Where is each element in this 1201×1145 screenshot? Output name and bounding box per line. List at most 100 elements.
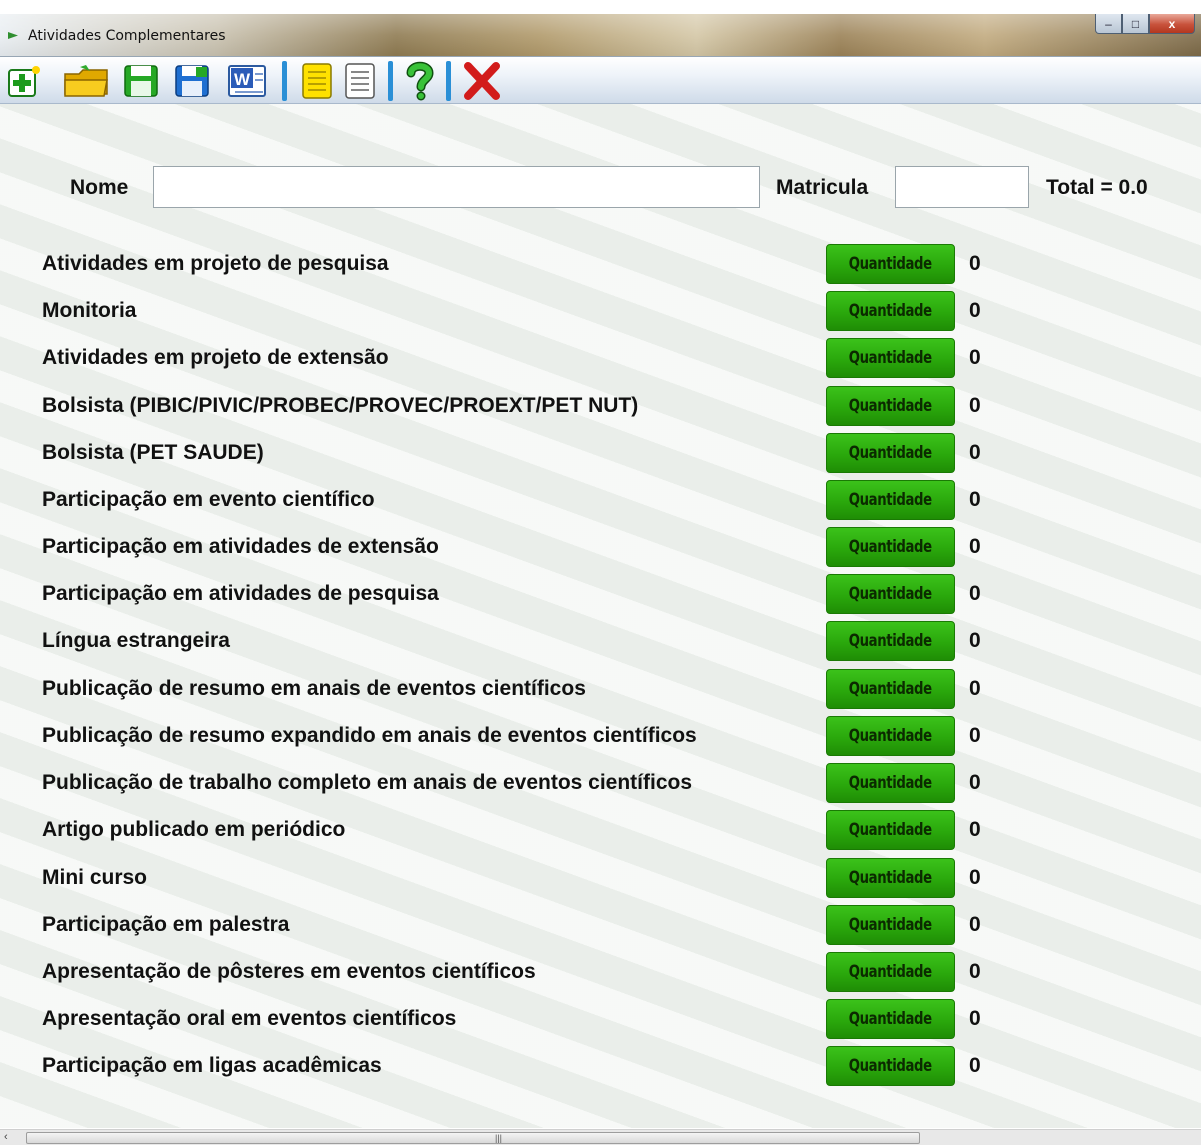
quantidade-button[interactable]: Quantidade [826, 716, 955, 756]
quantidade-button[interactable]: Quantidade [826, 810, 955, 850]
activity-quantity-value: 0 [969, 629, 981, 652]
activity-quantity-value: 0 [969, 1054, 981, 1077]
activity-row: Monitoria Quantidade 0 [0, 291, 1201, 333]
activity-label: Bolsista (PIBIC/PIVIC/PROBEC/PROVEC/PROE… [42, 394, 639, 417]
quantidade-button[interactable]: Quantidade [826, 999, 955, 1039]
quantidade-button[interactable]: Quantidade [826, 621, 955, 661]
window-title: Atividades Complementares [28, 28, 226, 44]
quantidade-button-label: Quantidade [848, 1009, 932, 1029]
quantidade-button-label: Quantidade [848, 254, 932, 274]
toolbar: W [0, 57, 1201, 104]
quantidade-button[interactable]: Quantidade [826, 244, 955, 284]
save-green-icon[interactable] [121, 63, 161, 99]
activity-quantity-value: 0 [969, 394, 981, 417]
activity-quantity-value: 0 [969, 771, 981, 794]
activity-row: Apresentação oral em eventos científicos… [0, 999, 1201, 1041]
activity-quantity-value: 0 [969, 582, 981, 605]
quantidade-button-label: Quantidade [848, 301, 932, 321]
total-display: Total = 0.0 [1046, 176, 1148, 199]
activity-quantity-value: 0 [969, 441, 981, 464]
quantidade-button[interactable]: Quantidade [826, 1046, 955, 1086]
activity-label: Artigo publicado em periódico [42, 818, 346, 841]
activity-row: Bolsista (PIBIC/PIVIC/PROBEC/PROVEC/PROE… [0, 386, 1201, 428]
app-icon [8, 32, 18, 39]
quantidade-button[interactable]: Quantidade [826, 763, 955, 803]
close-red-icon[interactable] [460, 62, 504, 100]
quantidade-button[interactable]: Quantidade [826, 952, 955, 992]
matricula-input[interactable] [895, 166, 1029, 208]
save-blue-icon[interactable] [172, 63, 212, 99]
activity-quantity-value: 0 [969, 252, 981, 275]
activity-row: Publicação de resumo expandido em anais … [0, 716, 1201, 758]
scrollbar-thumb[interactable]: ||| [26, 1132, 920, 1144]
horizontal-scrollbar[interactable]: ‹ ||| [0, 1129, 1201, 1145]
activity-quantity-value: 0 [969, 866, 981, 889]
maximize-button[interactable]: □ [1122, 14, 1149, 34]
quantidade-button-label: Quantidade [848, 490, 932, 510]
quantidade-button[interactable]: Quantidade [826, 338, 955, 378]
quantidade-button[interactable]: Quantidade [826, 386, 955, 426]
activity-quantity-value: 0 [969, 488, 981, 511]
activity-row: Participação em evento científico Quanti… [0, 480, 1201, 522]
activity-label: Monitoria [42, 299, 137, 322]
activity-label: Apresentação de pôsteres em eventos cien… [42, 960, 536, 983]
scrollbar-grip-icon: ||| [495, 1133, 503, 1143]
quantidade-button-label: Quantidade [848, 773, 932, 793]
nome-label: Nome [70, 176, 129, 199]
activity-row: Artigo publicado em periódico Quantidade… [0, 810, 1201, 852]
minimize-button[interactable]: – [1095, 14, 1122, 34]
quantidade-button[interactable]: Quantidade [826, 480, 955, 520]
activity-label: Participação em atividades de extensão [42, 535, 439, 558]
activity-label: Atividades em projeto de extensão [42, 346, 389, 369]
quantidade-button-label: Quantidade [848, 631, 932, 651]
activity-row: Publicação de resumo em anais de eventos… [0, 669, 1201, 711]
quantidade-button[interactable]: Quantidade [826, 527, 955, 567]
open-folder-icon[interactable] [62, 63, 112, 99]
quantidade-button[interactable]: Quantidade [826, 291, 955, 331]
quantidade-button[interactable]: Quantidade [826, 905, 955, 945]
quantidade-button-label: Quantidade [848, 348, 932, 368]
matricula-label: Matricula [776, 176, 869, 199]
activity-row: Mini curso Quantidade 0 [0, 858, 1201, 900]
quantidade-button[interactable]: Quantidade [826, 858, 955, 898]
nome-input[interactable] [153, 166, 760, 208]
word-export-icon[interactable]: W [226, 63, 270, 99]
activity-quantity-value: 0 [969, 535, 981, 558]
note-yellow-icon[interactable] [297, 63, 337, 99]
activity-quantity-value: 0 [969, 677, 981, 700]
activity-row: Língua estrangeira Quantidade 0 [0, 621, 1201, 663]
activity-label: Participação em palestra [42, 913, 290, 936]
activity-row: Atividades em projeto de extensão Quanti… [0, 338, 1201, 380]
new-add-icon[interactable] [4, 63, 44, 99]
quantidade-button-label: Quantidade [848, 820, 932, 840]
activity-row: Publicação de trabalho completo em anais… [0, 763, 1201, 805]
quantidade-button-label: Quantidade [848, 726, 932, 746]
quantidade-button-label: Quantidade [848, 537, 932, 557]
activity-label: Participação em evento científico [42, 488, 375, 511]
quantidade-button[interactable]: Quantidade [826, 574, 955, 614]
scroll-left-arrow-icon[interactable]: ‹ [4, 1131, 8, 1143]
title-bar[interactable]: Atividades Complementares – □ x [0, 14, 1201, 57]
activity-label: Bolsista (PET SAUDE) [42, 441, 264, 464]
activity-label: Atividades em projeto de pesquisa [42, 252, 389, 275]
help-icon[interactable] [400, 61, 440, 101]
close-window-button[interactable]: x [1149, 14, 1195, 34]
activity-label: Língua estrangeira [42, 629, 230, 652]
toolbar-separator [388, 61, 393, 101]
main-panel: Nome Matricula Total = 0.0 Atividades em… [0, 104, 1201, 1128]
activity-row: Participação em atividades de extensão Q… [0, 527, 1201, 569]
quantidade-button[interactable]: Quantidade [826, 669, 955, 709]
quantidade-button[interactable]: Quantidade [826, 433, 955, 473]
activity-row: Atividades em projeto de pesquisa Quanti… [0, 244, 1201, 286]
note-white-icon[interactable] [340, 63, 380, 99]
activity-label: Participação em ligas acadêmicas [42, 1054, 382, 1077]
quantidade-button-label: Quantidade [848, 584, 932, 604]
activity-label: Publicação de resumo expandido em anais … [42, 724, 697, 747]
activity-row: Participação em atividades de pesquisa Q… [0, 574, 1201, 616]
quantidade-button-label: Quantidade [848, 915, 932, 935]
activity-row: Apresentação de pôsteres em eventos cien… [0, 952, 1201, 994]
activity-label: Mini curso [42, 866, 148, 889]
quantidade-button-label: Quantidade [848, 679, 932, 699]
toolbar-separator [282, 61, 287, 101]
activity-row: Bolsista (PET SAUDE) Quantidade 0 [0, 433, 1201, 475]
